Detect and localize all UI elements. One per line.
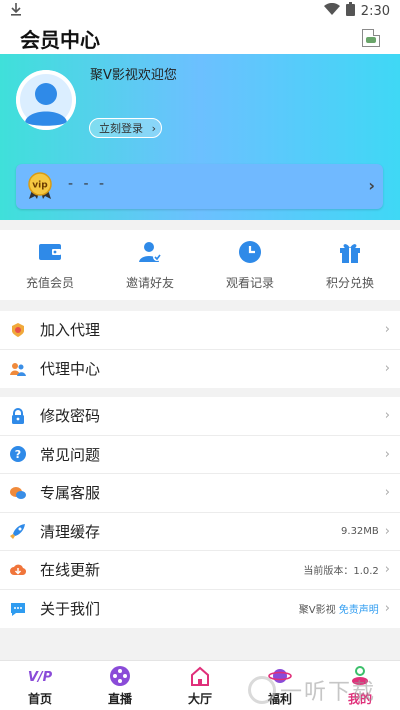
cloud-download-icon — [10, 562, 26, 578]
menu-label: 关于我们 — [40, 600, 101, 619]
settings-menu: 修改密码 › ? 常见问题 › 专属客服 › 清理缓存 9.32MB › 在线更… — [0, 397, 400, 628]
tab-home[interactable]: V/P 首页 — [0, 661, 80, 710]
chevron-right-icon: › — [384, 601, 390, 617]
current-version-value: 当前版本：1.0.2 — [303, 566, 379, 578]
svg-text:vip: vip — [32, 181, 48, 191]
battery-icon — [345, 2, 355, 20]
app-name-text: 聚V影视 — [298, 605, 336, 617]
tab-label: 直播 — [107, 691, 132, 706]
cache-size-value: 9.32MB — [341, 525, 379, 537]
menu-label: 在线更新 — [40, 561, 101, 580]
chevron-right-icon: › — [384, 322, 390, 338]
vip-logo-icon: V/P — [28, 670, 52, 685]
live-film-icon — [110, 665, 130, 686]
tab-label: 大厅 — [187, 691, 212, 706]
question-icon: ? — [10, 446, 26, 463]
tab-label: 福利 — [267, 691, 292, 706]
quick-recharge-vip[interactable]: 充值会员 — [0, 230, 100, 300]
quick-watch-history[interactable]: 观看记录 — [200, 230, 300, 300]
agent-menu: 加入代理 › 代理中心 › — [0, 311, 400, 388]
download-icon — [10, 2, 22, 20]
wifi-icon — [323, 2, 340, 19]
planet-icon — [268, 668, 292, 683]
vip-status-placeholder: - - - — [68, 176, 108, 192]
menu-label: 加入代理 — [40, 321, 101, 340]
svg-text:V/P: V/P — [28, 670, 52, 685]
menu-change-password[interactable]: 修改密码 › — [0, 397, 400, 436]
quick-points-exchange[interactable]: 积分兑换 — [300, 230, 400, 300]
chevron-right-icon: › — [384, 485, 390, 501]
page-title: 会员中心 — [20, 27, 100, 52]
home-icon — [191, 666, 209, 686]
bottom-tab-bar: V/P 首页 直播 大厅 福利 我的 — [0, 660, 400, 710]
menu-agent-center[interactable]: 代理中心 › — [0, 350, 400, 389]
chevron-right-icon: › — [384, 408, 390, 424]
app-bar: 会员中心 — [0, 22, 400, 54]
vip-badge-icon: vip — [28, 172, 52, 199]
menu-about-us[interactable]: 关于我们 聚V影视 免责声明 › — [0, 590, 400, 629]
broken-image-icon[interactable] — [362, 29, 380, 47]
invite-user-icon — [139, 241, 161, 262]
menu-label: 专属客服 — [40, 484, 101, 503]
greeting-text: 聚V影视欢迎您 — [90, 68, 177, 83]
tab-mine[interactable]: 我的 — [320, 661, 400, 710]
tab-label: 首页 — [27, 691, 52, 706]
chevron-right-icon: › — [384, 361, 390, 377]
agent-badge-icon — [10, 322, 26, 338]
tab-label: 我的 — [347, 691, 372, 706]
quick-actions: 充值会员 邀请好友 观看记录 积分兑换 — [0, 230, 400, 300]
avatar[interactable] — [16, 70, 76, 130]
status-time: 2:30 — [360, 3, 390, 19]
menu-label: 清理缓存 — [40, 522, 101, 541]
rocket-icon — [10, 523, 26, 540]
chat-bubbles-icon — [10, 485, 26, 501]
menu-label: 常见问题 — [40, 445, 101, 464]
message-icon — [10, 601, 26, 617]
quick-invite-friends[interactable]: 邀请好友 — [100, 230, 200, 300]
menu-label: 代理中心 — [40, 360, 101, 379]
status-bar: 2:30 — [0, 0, 400, 22]
menu-join-agent[interactable]: 加入代理 › — [0, 311, 400, 350]
disclaimer-link[interactable]: 免责声明 — [339, 605, 379, 616]
chevron-right-icon: › — [368, 176, 375, 195]
tab-live[interactable]: 直播 — [80, 661, 160, 710]
users-icon — [10, 361, 26, 377]
vip-card[interactable]: vip - - - › — [16, 164, 383, 209]
gift-icon — [340, 243, 360, 263]
chevron-right-icon: › — [384, 562, 390, 578]
login-button[interactable]: 立刻登录 › — [89, 118, 162, 138]
profile-header: 聚V影视欢迎您 立刻登录 › vip - - - › — [0, 54, 400, 220]
quick-action-label: 观看记录 — [225, 275, 274, 290]
chevron-right-icon: › — [151, 122, 156, 135]
profile-icon — [352, 665, 368, 685]
menu-clear-cache[interactable]: 清理缓存 9.32MB › — [0, 513, 400, 551]
quick-action-label: 邀请好友 — [125, 275, 174, 290]
login-button-label: 立刻登录 — [99, 122, 143, 135]
quick-action-label: 充值会员 — [25, 275, 74, 290]
menu-label: 修改密码 — [40, 407, 101, 426]
user-avatar-icon — [16, 70, 76, 130]
history-clock-icon — [239, 240, 261, 263]
about-value: 聚V影视 免责声明 — [299, 601, 379, 616]
chevron-right-icon: › — [384, 523, 390, 539]
svg-text:?: ? — [15, 448, 21, 461]
menu-online-update[interactable]: 在线更新 当前版本：1.0.2 › — [0, 551, 400, 590]
wallet-icon — [39, 243, 61, 260]
tab-hall[interactable]: 大厅 — [160, 661, 240, 710]
chevron-right-icon: › — [384, 446, 390, 462]
menu-faq[interactable]: ? 常见问题 › — [0, 436, 400, 474]
tab-welfare[interactable]: 福利 — [240, 661, 320, 710]
menu-customer-service[interactable]: 专属客服 › — [0, 474, 400, 513]
quick-action-label: 积分兑换 — [325, 275, 374, 290]
lock-icon — [10, 407, 26, 424]
